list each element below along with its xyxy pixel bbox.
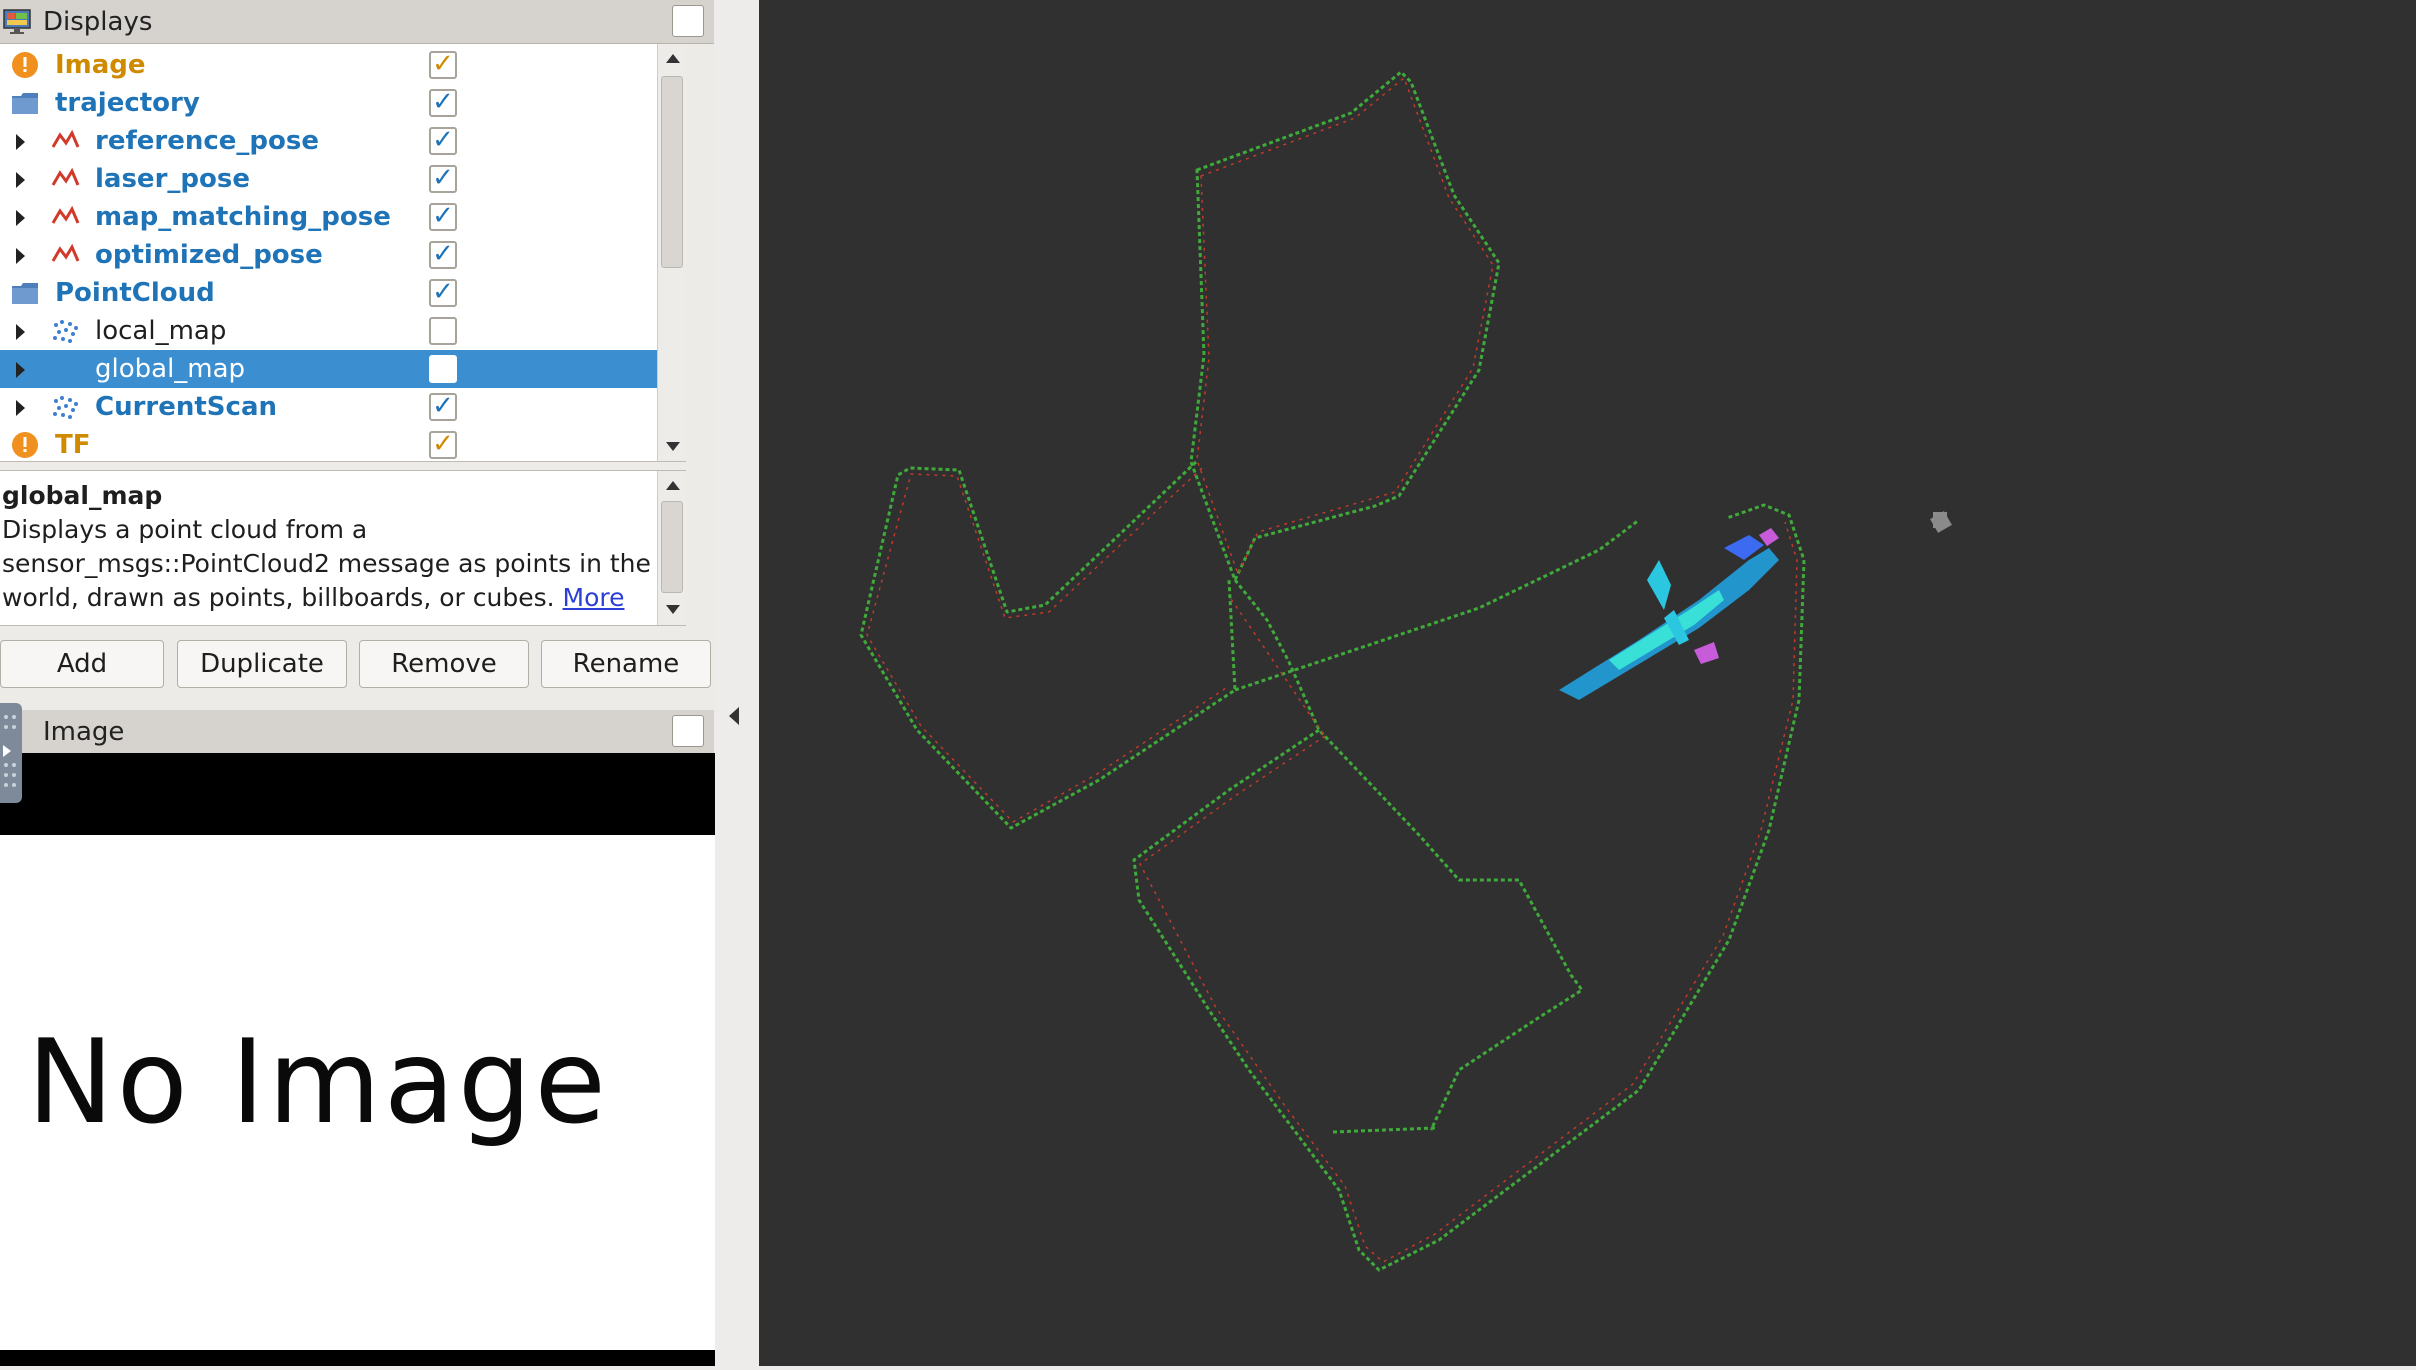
display-item-laser-pose[interactable]: laser_pose ✓	[0, 160, 686, 198]
displays-panel-header: Displays	[0, 0, 714, 44]
display-item-local-map[interactable]: local_map	[0, 312, 686, 350]
displays-tree: Image ✓ trajectory ✓ reference_pose ✓ laser_po…	[0, 44, 686, 462]
display-item-reference-pose[interactable]: reference_pose ✓	[0, 122, 686, 160]
pointcloud-icon	[53, 396, 78, 419]
display-buttons: Add Duplicate Remove Rename	[0, 640, 715, 690]
display-item-label: map_matching_pose	[95, 202, 391, 232]
side-dock-handle[interactable]	[0, 703, 22, 803]
scroll-up-arrow-icon[interactable]	[666, 54, 680, 63]
displays-panel-title: Displays	[43, 6, 153, 37]
enable-checkbox[interactable]: ✓	[429, 279, 457, 307]
display-item-map-matching-pose[interactable]: map_matching_pose ✓	[0, 198, 686, 236]
display-item-label: Image	[55, 50, 146, 80]
monitor-icon	[3, 9, 31, 34]
no-image-text: No Image	[27, 1015, 609, 1150]
description-body: Displays a point cloud from a sensor_msg…	[2, 513, 682, 615]
pointcloud-icon	[50, 355, 80, 383]
expand-arrow-icon[interactable]	[16, 362, 25, 378]
display-item-currentscan[interactable]: CurrentScan ✓	[0, 388, 686, 426]
remove-button[interactable]: Remove	[359, 640, 529, 688]
description-text: Displays a point cloud from a sensor_msg…	[2, 515, 651, 612]
scroll-thumb[interactable]	[661, 76, 683, 268]
pointcloud-icon	[53, 320, 78, 343]
display-item-trajectory[interactable]: trajectory ✓	[0, 84, 686, 122]
display-item-label: CurrentScan	[95, 392, 277, 422]
display-item-image[interactable]: Image ✓	[0, 46, 686, 84]
enable-checkbox[interactable]	[429, 355, 457, 383]
display-item-label: optimized_pose	[95, 240, 323, 270]
3d-viewport[interactable]	[759, 0, 2416, 1366]
trajectory-map	[859, 70, 1806, 1272]
expand-arrow-icon[interactable]	[16, 324, 25, 340]
path-icon	[51, 167, 80, 186]
displays-tree-scrollbar[interactable]	[657, 44, 686, 461]
collapse-arrow-icon[interactable]	[729, 707, 739, 725]
dock-splitter[interactable]	[715, 0, 759, 1366]
display-item-label: TF	[55, 430, 91, 460]
current-scan-cloud	[1559, 512, 1947, 700]
image-panel-header: Image	[0, 710, 714, 754]
description-more-link[interactable]: More	[563, 583, 625, 612]
display-item-pointcloud[interactable]: PointCloud ✓	[0, 274, 686, 312]
image-panel-bottom-bar	[0, 1350, 715, 1366]
displays-panel-close-button[interactable]	[672, 5, 704, 37]
left-dock: Displays Image ✓ trajectory ✓ reference_pose…	[0, 0, 715, 1366]
image-panel-top-bar	[0, 753, 715, 835]
add-button[interactable]: Add	[0, 640, 164, 688]
path-icon	[51, 243, 80, 262]
folder-icon	[12, 93, 38, 114]
enable-checkbox[interactable]: ✓	[429, 127, 457, 155]
warning-icon	[12, 52, 38, 78]
display-item-label: reference_pose	[95, 126, 319, 156]
display-item-label: global_map	[95, 354, 246, 384]
display-item-label: laser_pose	[95, 164, 250, 194]
image-view: No Image	[0, 835, 715, 1350]
expand-arrow-icon[interactable]	[16, 134, 25, 150]
grip-icon	[3, 715, 16, 787]
expand-arrow-icon[interactable]	[16, 248, 25, 264]
scroll-thumb[interactable]	[661, 501, 683, 593]
path-icon	[51, 129, 80, 148]
rename-button[interactable]: Rename	[541, 640, 711, 688]
point-cloud-map	[859, 70, 1952, 1272]
scroll-down-arrow-icon[interactable]	[666, 442, 680, 451]
enable-checkbox[interactable]: ✓	[429, 51, 457, 79]
description-scrollbar[interactable]	[657, 471, 686, 625]
expand-arrow-icon[interactable]	[16, 210, 25, 226]
display-item-optimized-pose[interactable]: optimized_pose ✓	[0, 236, 686, 274]
enable-checkbox[interactable]: ✓	[429, 89, 457, 117]
duplicate-button[interactable]: Duplicate	[177, 640, 347, 688]
image-panel-close-button[interactable]	[672, 715, 704, 747]
description-title: global_map	[2, 481, 163, 510]
scroll-down-arrow-icon[interactable]	[666, 605, 680, 614]
enable-checkbox[interactable]: ✓	[429, 393, 457, 421]
expand-arrow-icon[interactable]	[16, 400, 25, 416]
display-description: global_map Displays a point cloud from a…	[0, 470, 686, 626]
enable-checkbox[interactable]: ✓	[429, 241, 457, 269]
enable-checkbox[interactable]: ✓	[429, 165, 457, 193]
enable-checkbox[interactable]: ✓	[429, 431, 457, 459]
folder-icon	[12, 283, 38, 304]
warning-icon	[12, 432, 38, 458]
image-panel-title: Image	[43, 716, 125, 747]
display-item-label: local_map	[95, 316, 227, 346]
display-item-label: PointCloud	[55, 278, 215, 308]
display-item-global-map[interactable]: global_map	[0, 350, 686, 388]
enable-checkbox[interactable]: ✓	[429, 203, 457, 231]
enable-checkbox[interactable]	[429, 317, 457, 345]
scroll-up-arrow-icon[interactable]	[666, 481, 680, 490]
display-item-label: trajectory	[55, 88, 200, 118]
path-icon	[51, 205, 80, 224]
display-item-tf[interactable]: TF ✓	[0, 426, 686, 461]
expand-arrow-icon[interactable]	[16, 172, 25, 188]
